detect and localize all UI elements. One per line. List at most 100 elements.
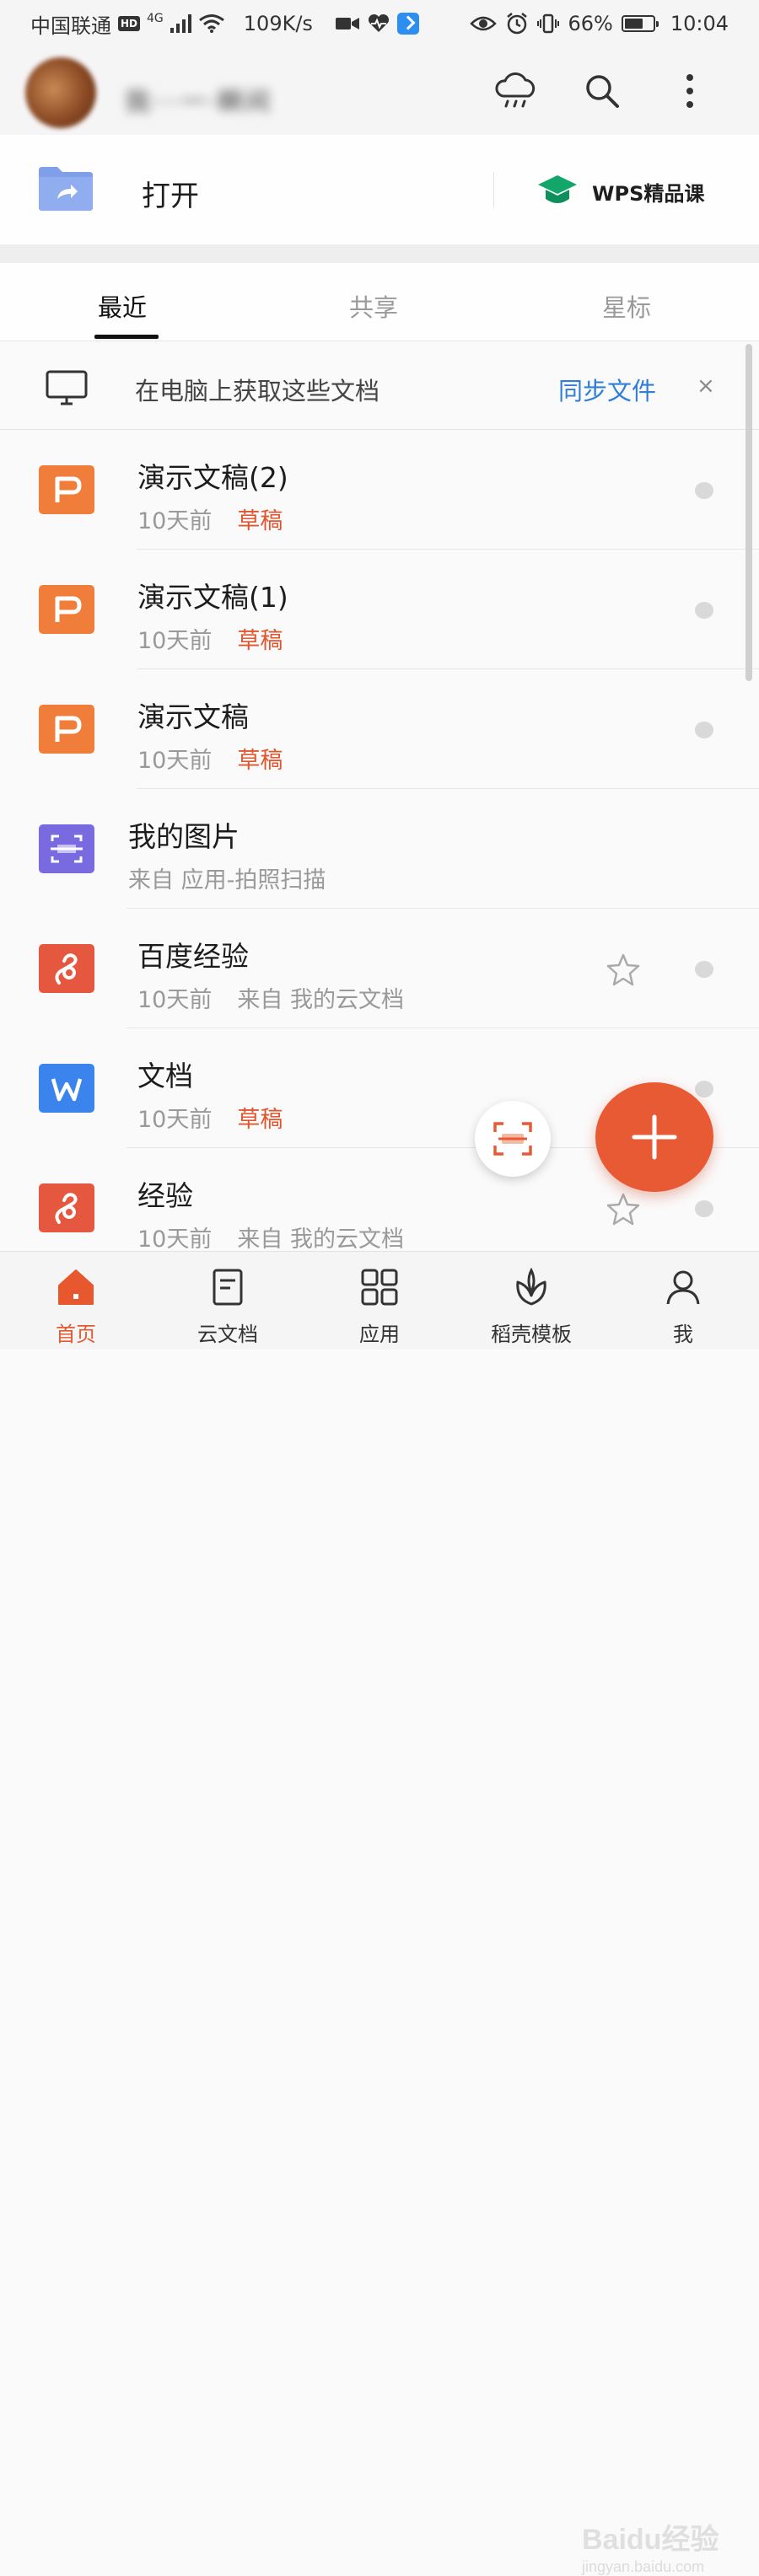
sync-message: 在电脑上获取这些文档: [135, 377, 380, 405]
file-name: 演示文稿: [137, 700, 249, 733]
search-icon[interactable]: [577, 66, 627, 116]
nav-cloud-docs-label: 云文档: [197, 1323, 258, 1346]
battery-percent: 66%: [568, 12, 613, 35]
clock-time: 10:04: [670, 12, 729, 35]
leaf-icon: [516, 1267, 546, 1306]
watermark-logo: Baidu经验: [582, 2524, 719, 2556]
presentation-file-icon: [39, 465, 94, 514]
graduation-cap-icon: [538, 175, 577, 203]
carrier-name: 中国联通: [30, 13, 111, 38]
file-row[interactable]: 演示文稿 10天前 草稿: [0, 669, 759, 789]
tab-bar: 最近 共享 星标: [0, 263, 759, 341]
alarm-icon: [507, 13, 528, 35]
status-left: 中国联通 HD 4G 109K/s: [30, 9, 419, 39]
file-time: 10天前: [137, 1107, 213, 1133]
cloud-rain-icon[interactable]: [491, 66, 541, 116]
file-source: 来自 我的云文档: [237, 987, 404, 1013]
more-options-dot[interactable]: [695, 482, 713, 499]
file-time: 10天前: [137, 748, 213, 774]
sync-banner: 在电脑上获取这些文档 同步文件 ×: [0, 341, 759, 430]
more-options-dot[interactable]: [695, 1081, 713, 1097]
app-notification-icon: [396, 13, 419, 35]
file-meta: 10天前 草稿: [137, 742, 283, 775]
more-vert-icon[interactable]: [665, 66, 715, 116]
draft-tag: 草稿: [237, 1107, 283, 1133]
username[interactable]: 我···一·瞬间: [125, 81, 272, 118]
open-label: 打开: [142, 180, 199, 213]
nav-apps-label: 应用: [359, 1323, 400, 1346]
quick-actions: 打开 WPS精品课: [0, 135, 759, 244]
monitor-icon: [46, 370, 88, 405]
file-row[interactable]: 百度经验 10天前 来自 我的云文档: [0, 909, 759, 1028]
file-meta: 10天前 草稿: [137, 622, 283, 655]
new-document-button[interactable]: [595, 1082, 713, 1192]
nav-templates[interactable]: 稻壳模板: [464, 1252, 599, 1350]
file-row[interactable]: 演示文稿(2) 10天前 草稿: [0, 430, 759, 550]
file-name: 经验: [137, 1179, 193, 1212]
vibrate-icon: [537, 13, 560, 34]
wifi-icon: [198, 14, 224, 33]
sync-files-link[interactable]: 同步文件: [558, 372, 656, 407]
wps-course-label: WPS精品课: [592, 182, 705, 206]
tab-starred[interactable]: 星标: [602, 288, 651, 324]
document-icon: [213, 1269, 243, 1306]
star-icon[interactable]: [606, 953, 641, 986]
presentation-file-icon: [39, 585, 94, 634]
draft-tag: 草稿: [237, 508, 283, 534]
avatar[interactable]: [25, 57, 96, 128]
file-time: 10天前: [137, 508, 213, 534]
scan-button[interactable]: [475, 1101, 551, 1177]
nav-cloud-docs[interactable]: 云文档: [160, 1252, 295, 1350]
word-file-icon: [39, 1064, 94, 1113]
tab-shared[interactable]: 共享: [349, 288, 398, 324]
file-name: 我的图片: [128, 820, 240, 853]
more-options-dot[interactable]: [695, 961, 713, 978]
hd-badge: HD: [118, 16, 141, 31]
video-icon: [335, 18, 359, 30]
nav-home[interactable]: 首页: [8, 1252, 143, 1350]
more-options-dot[interactable]: [695, 722, 713, 738]
file-meta: 10天前 来自 我的云文档: [137, 1221, 404, 1253]
tab-recent[interactable]: 最近: [98, 288, 147, 324]
draft-tag: 草稿: [237, 628, 283, 654]
nav-templates-label: 稻壳模板: [491, 1323, 572, 1346]
network-type: 4G: [147, 12, 164, 25]
section-gap: [0, 244, 759, 263]
file-time: 10天前: [137, 1226, 213, 1253]
file-meta: 来自 应用-拍照扫描: [128, 861, 326, 894]
file-source: 来自 应用-拍照扫描: [128, 867, 326, 894]
file-row[interactable]: 我的图片来自 应用-拍照扫描: [0, 789, 759, 909]
nav-me[interactable]: 我: [616, 1252, 751, 1350]
nav-me-label: 我: [673, 1323, 693, 1346]
signal-icon: [170, 14, 191, 33]
more-options-dot[interactable]: [695, 602, 713, 619]
scan-icon: [493, 1122, 532, 1156]
file-source: 来自 我的云文档: [237, 1226, 404, 1253]
eye-icon: [470, 16, 498, 31]
file-meta: 10天前 草稿: [137, 502, 283, 535]
draft-tag: 草稿: [237, 748, 283, 774]
tab-indicator: [94, 335, 159, 339]
file-meta: 10天前 草稿: [137, 1101, 283, 1134]
close-icon[interactable]: ×: [697, 373, 715, 399]
scan-image-icon: [39, 824, 94, 873]
more-options-dot[interactable]: [695, 1200, 713, 1217]
star-icon[interactable]: [606, 1192, 641, 1226]
file-name: 演示文稿(2): [137, 461, 288, 494]
folder-open-icon: [39, 167, 93, 211]
file-name: 文档: [137, 1060, 193, 1092]
health-icon: [368, 13, 389, 32]
plus-icon: [632, 1114, 677, 1160]
presentation-file-icon: [39, 705, 94, 754]
nav-apps[interactable]: 应用: [312, 1252, 447, 1350]
app-header: 我···一·瞬间: [0, 47, 759, 135]
bottom-nav: 首页 云文档 应用 稻壳模板 我 Baidu经验 jingyan.baidu.c…: [0, 1251, 759, 2575]
scrollbar[interactable]: [746, 344, 752, 681]
pdf-file-icon: [39, 944, 94, 993]
file-name: 百度经验: [137, 940, 249, 973]
file-row[interactable]: 演示文稿(1) 10天前 草稿: [0, 550, 759, 669]
pdf-file-icon: [39, 1183, 94, 1232]
watermark-url: jingyan.baidu.com: [582, 2558, 705, 2575]
network-speed: 109K/s: [243, 12, 313, 35]
status-right: 66% 10:04: [470, 12, 729, 35]
